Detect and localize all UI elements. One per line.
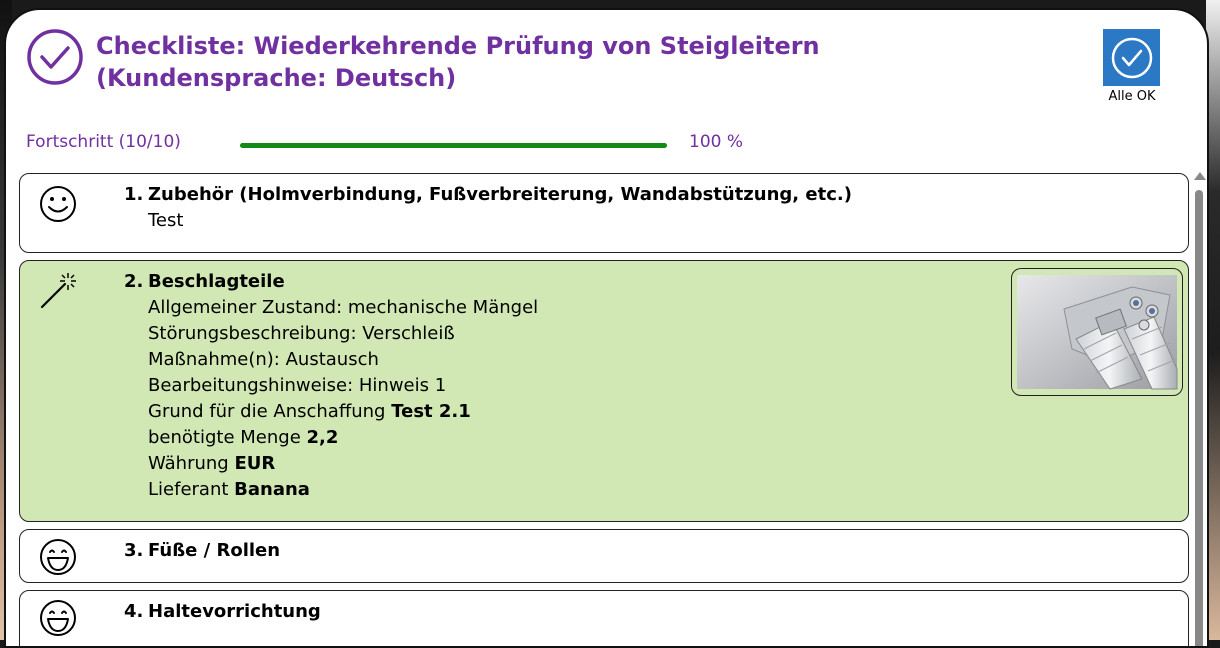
item-title: 4. Haltevorrichtung (124, 601, 321, 622)
check-circle-icon (1111, 37, 1152, 78)
item-detail-condition: Allgemeiner Zustand: mechanische Mängel (148, 297, 539, 318)
scrollbar[interactable] (1192, 170, 1206, 646)
item-title: 3. Füße / Rollen (124, 540, 281, 561)
progress-bar-fill (240, 143, 667, 148)
item-detail-supplier: Lieferant Banana (148, 479, 310, 500)
ladder-fitting-photo (1017, 275, 1178, 390)
all-ok-label: Alle OK (1108, 89, 1156, 104)
magic-wand-icon (40, 273, 76, 309)
item-title: 1. Zubehör (Holmverbindung, Fußverbreiter… (124, 184, 852, 205)
checklist: 1. Zubehör (Holmverbindung, Fußverbreiter… (6, 170, 1191, 646)
scrollbar-thumb[interactable] (1195, 190, 1203, 646)
title-line-2: (Kundensprache: Deutsch) (96, 64, 457, 92)
item-detail-quantity: benötigte Menge 2,2 (148, 427, 339, 448)
check-circle-icon (27, 29, 83, 85)
item-detail-fault: Störungsbeschreibung: Verschleiß (148, 323, 455, 344)
all-ok-button[interactable]: Alle OK (1103, 29, 1161, 104)
checklist-item-3[interactable]: 3. Füße / Rollen (19, 529, 1189, 583)
grin-icon (40, 539, 76, 575)
item-title: 2. Beschlagteile (124, 271, 285, 292)
progress-label: Fortschritt (10/10) (26, 132, 181, 152)
title-line-1: Checkliste: Wiederkehrende Prüfung von S… (96, 32, 820, 60)
checklist-panel: Checkliste: Wiederkehrende Prüfung von S… (4, 8, 1209, 648)
all-ok-icon-box (1103, 29, 1160, 86)
item-detail-measures: Maßnahme(n): Austausch (148, 349, 379, 370)
scroll-up-arrow-icon[interactable] (1194, 172, 1206, 180)
item-photo-thumbnail[interactable] (1011, 268, 1183, 396)
page-title: Checkliste: Wiederkehrende Prüfung von S… (96, 30, 820, 94)
item-detail-currency: Währung EUR (148, 453, 276, 474)
grin-icon (40, 600, 76, 636)
checklist-item-1[interactable]: 1. Zubehör (Holmverbindung, Fußverbreiter… (19, 173, 1189, 253)
progress-bar (240, 143, 667, 148)
checklist-item-2[interactable]: 2. Beschlagteile Allgemeiner Zustand: mec… (19, 260, 1189, 522)
item-detail-reason: Grund für die Anschaffung Test 2.1 (148, 401, 471, 422)
item-detail: Test (148, 210, 184, 231)
smiley-icon (40, 186, 76, 222)
progress-percent: 100 % (689, 132, 744, 152)
checklist-item-4[interactable]: 4. Haltevorrichtung (19, 590, 1189, 646)
item-detail-notes: Bearbeitungshinweise: Hinweis 1 (148, 375, 447, 396)
